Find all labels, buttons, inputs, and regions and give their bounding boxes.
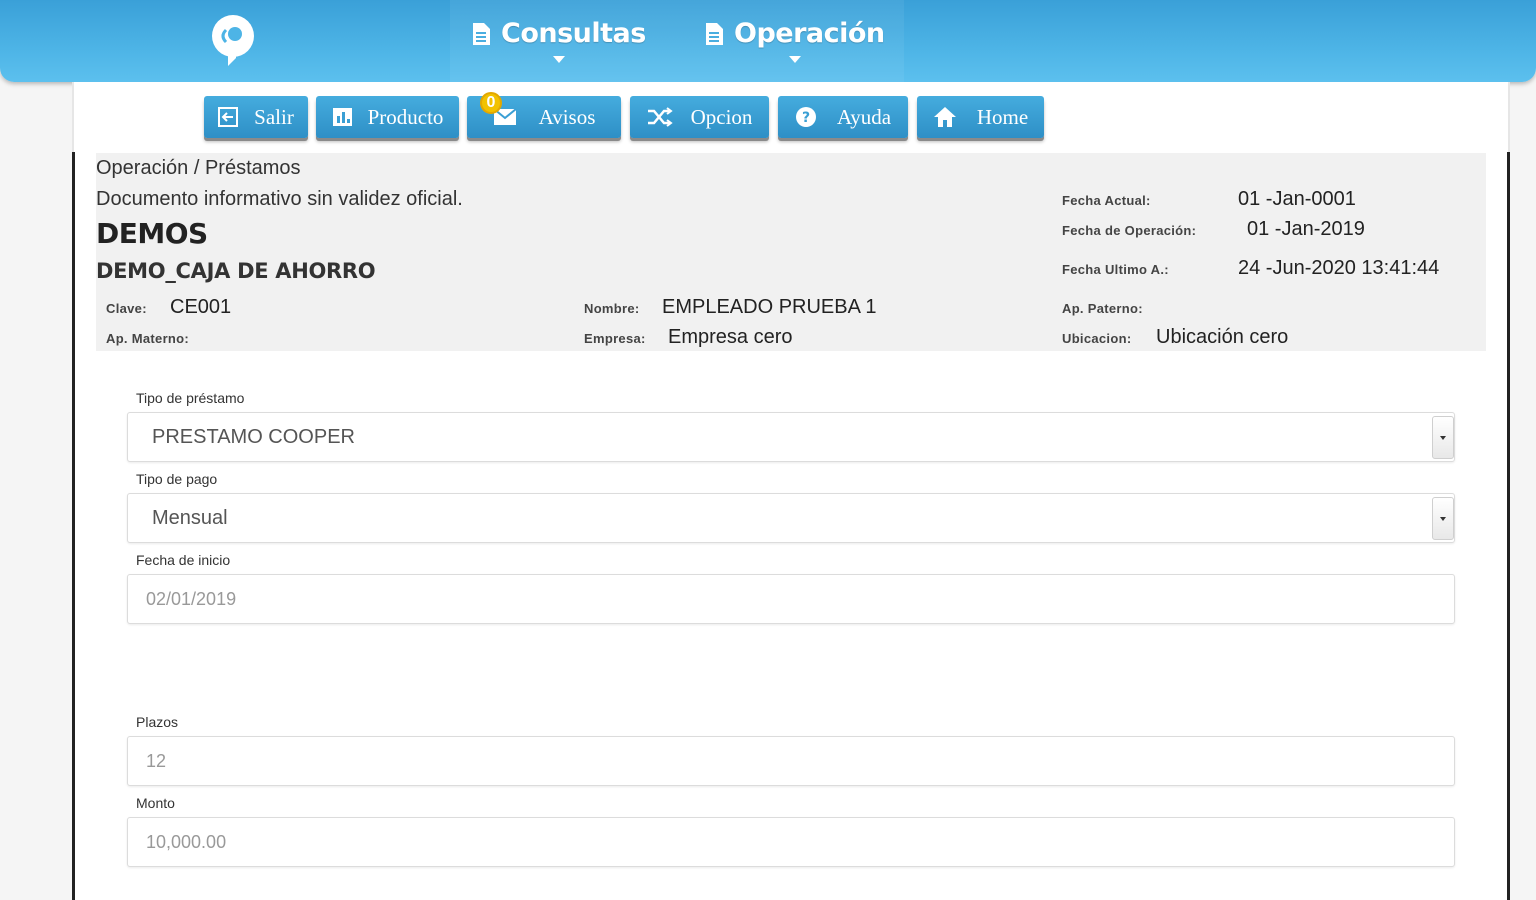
ap-materno-label: Ap. Materno: [106,331,190,346]
ayuda-button[interactable]: ? Ayuda [778,96,908,138]
tipo-prestamo-value: PRESTAMO COOPER [152,425,355,448]
nombre-value: EMPLEADO PRUEBA 1 [662,296,877,318]
clave-label: Clave: [106,301,147,316]
tipo-pago-select[interactable]: Mensual [127,493,1455,543]
notification-badge: 0 [480,92,502,114]
home-button[interactable]: Home [917,96,1044,138]
svg-text:?: ? [802,110,810,126]
exit-icon [218,107,240,127]
company-title: DEMOS [96,217,208,250]
app-logo-icon[interactable] [206,12,260,68]
chart-icon [332,107,354,127]
tipo-prestamo-label: Tipo de préstamo [136,390,245,406]
avisos-label: Avisos [538,104,596,129]
home-icon [933,106,957,128]
chevron-down-icon [788,56,801,63]
monto-input[interactable]: 10,000.00 [127,817,1455,867]
ubicacion-label: Ubicacion: [1062,331,1132,346]
opcion-label: Opcion [690,104,753,129]
document-icon [705,22,724,46]
chevron-down-icon[interactable] [1432,416,1454,459]
empresa-label: Empresa: [584,331,646,346]
fecha-actual-label: Fecha Actual: [1062,193,1151,208]
home-label: Home [976,104,1029,129]
fecha-ultimo-label: Fecha Ultimo A.: [1062,262,1169,277]
fecha-operacion-label: Fecha de Operación: [1062,223,1197,238]
disclaimer: Documento informativo sin validez oficia… [96,188,463,210]
salir-label: Salir [254,104,294,129]
fecha-inicio-input[interactable]: 02/01/2019 [127,574,1455,624]
fecha-ultimo-value: 24 -Jun-2020 13:41:44 [1238,257,1440,279]
nombre-label: Nombre: [584,301,640,316]
ap-paterno-label: Ap. Paterno: [1062,301,1143,316]
producto-label: Producto [367,104,444,129]
ayuda-label: Ayuda [836,104,892,129]
nav-operacion[interactable]: Operación [705,18,885,63]
shuffle-icon [647,107,673,127]
breadcrumb: Operación / Préstamos [96,157,301,179]
fecha-inicio-value: 02/01/2019 [146,588,237,609]
producto-button[interactable]: Producto [316,96,459,138]
nav-operacion-label: Operación [734,18,885,49]
tipo-prestamo-select[interactable]: PRESTAMO COOPER [127,412,1455,462]
document-icon [472,22,491,46]
plazos-label: Plazos [136,714,179,730]
info-panel: Operación / Préstamos Documento informat… [96,153,1486,351]
salir-button[interactable]: Salir [204,96,308,138]
tipo-pago-value: Mensual [152,506,228,529]
fecha-inicio-label: Fecha de inicio [136,552,231,568]
plazos-input[interactable]: 12 [127,736,1455,786]
chevron-down-icon[interactable] [1432,497,1454,540]
product-title: DEMO_CAJA DE AHORRO [96,259,376,283]
clave-value: CE001 [170,296,232,318]
fecha-operacion-value: 01 -Jan-2019 [1247,218,1365,240]
monto-label: Monto [136,795,175,811]
empresa-value: Empresa cero [668,326,793,348]
fecha-actual-value: 01 -Jan-0001 [1238,188,1356,210]
ubicacion-value: Ubicación cero [1156,326,1289,348]
nav-consultas-label: Consultas [501,18,646,49]
plazos-value: 12 [146,750,167,771]
chevron-down-icon [552,56,565,63]
help-icon: ? [795,106,817,128]
nav-consultas[interactable]: Consultas [472,18,646,63]
opcion-button[interactable]: Opcion [630,96,769,138]
top-navbar: Consultas Operación [0,0,1536,82]
monto-value: 10,000.00 [146,831,227,852]
tipo-pago-label: Tipo de pago [136,471,218,487]
